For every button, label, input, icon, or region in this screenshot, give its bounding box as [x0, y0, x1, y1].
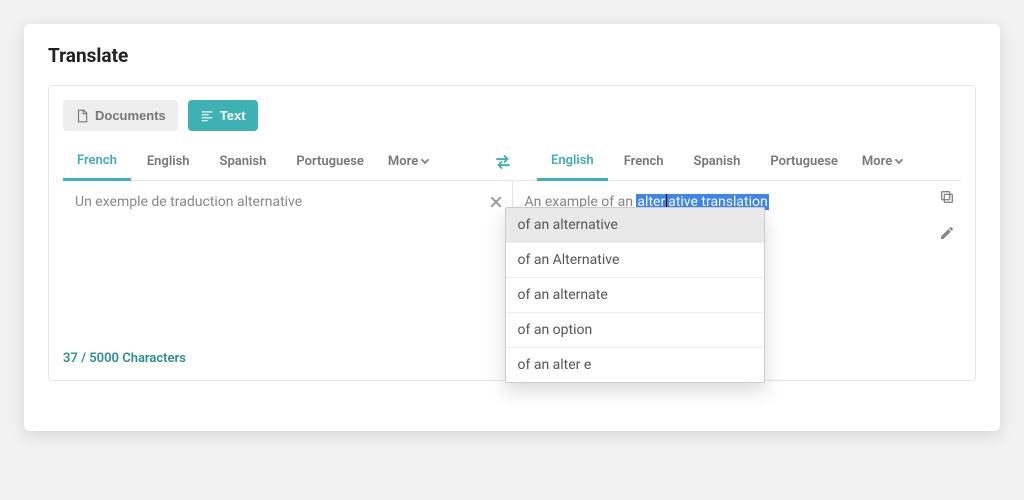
documents-mode-button[interactable]: Documents — [63, 100, 178, 131]
copy-button[interactable] — [939, 189, 955, 205]
page-title: Translate — [48, 44, 976, 67]
text-mode-label: Text — [220, 108, 246, 123]
alternatives-dropdown: of an alternative of an Alternative of a… — [505, 207, 765, 383]
translate-app: Translate Documents Text French English … — [24, 24, 1000, 431]
pencil-icon — [939, 225, 955, 241]
suggestion-item[interactable]: of an alternate — [506, 278, 764, 313]
source-lang-more[interactable]: More — [380, 144, 436, 179]
target-lang-spanish[interactable]: Spanish — [680, 144, 755, 179]
suggestion-item[interactable]: of an alternative — [506, 208, 764, 243]
suggestion-item[interactable]: of an alter e — [506, 348, 764, 382]
text-mode-button[interactable]: Text — [188, 100, 258, 131]
target-lang-english[interactable]: English — [537, 143, 608, 181]
suggestion-item[interactable]: of an option — [506, 313, 764, 348]
edit-button[interactable] — [939, 225, 955, 241]
swap-icon — [494, 154, 512, 170]
target-lang-group: English French Spanish Portuguese More — [519, 143, 961, 180]
clear-source-button[interactable] — [488, 191, 504, 215]
text-icon — [200, 109, 214, 123]
source-lang-portuguese[interactable]: Portuguese — [282, 144, 378, 179]
documents-mode-label: Documents — [95, 108, 166, 123]
target-lang-more[interactable]: More — [854, 144, 910, 179]
source-lang-spanish[interactable]: Spanish — [206, 144, 281, 179]
chevron-down-icon — [421, 156, 429, 164]
target-pane: An example of an alterative translation … — [513, 181, 962, 341]
source-lang-french[interactable]: French — [63, 143, 131, 181]
close-icon — [488, 194, 504, 210]
chevron-down-icon — [895, 156, 903, 164]
document-icon — [75, 109, 89, 123]
swap-languages-button[interactable] — [487, 154, 519, 170]
source-lang-english[interactable]: English — [133, 144, 204, 179]
source-more-label: More — [388, 154, 418, 169]
language-row: French English Spanish Portuguese More E… — [63, 143, 961, 181]
target-actions — [939, 189, 955, 241]
target-lang-portuguese[interactable]: Portuguese — [756, 144, 852, 179]
copy-icon — [939, 189, 955, 205]
source-text[interactable]: Un exemple de traduction alternative — [75, 193, 500, 213]
suggestion-item[interactable]: of an Alternative — [506, 243, 764, 278]
translate-card: Documents Text French English Spanish Po… — [48, 85, 976, 381]
mode-row: Documents Text — [63, 100, 961, 131]
translation-panes: Un exemple de traduction alternative An … — [63, 181, 961, 341]
target-lang-french[interactable]: French — [610, 144, 678, 179]
target-more-label: More — [862, 154, 892, 169]
source-lang-group: French English Spanish Portuguese More — [63, 143, 487, 180]
source-pane[interactable]: Un exemple de traduction alternative — [63, 181, 513, 341]
